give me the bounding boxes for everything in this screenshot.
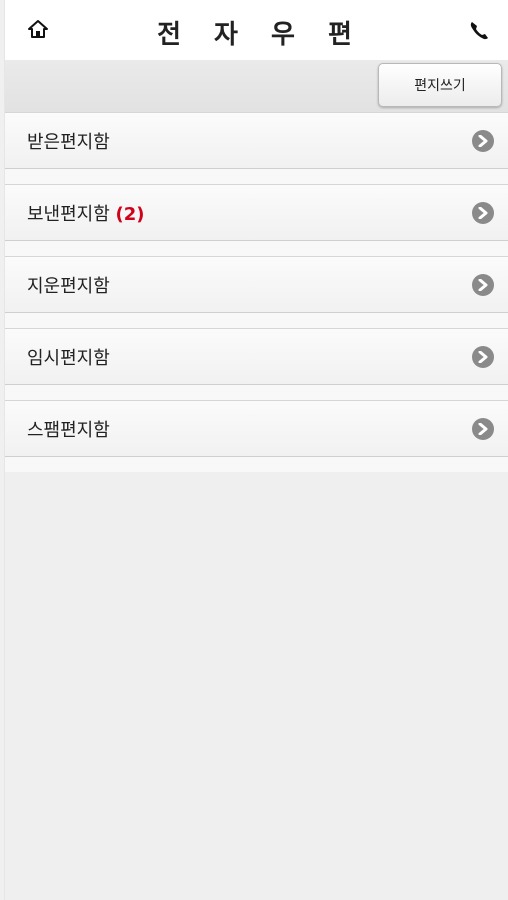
- page-title: 전 자 우 편: [157, 20, 364, 50]
- folder-drafts[interactable]: 임시편지함: [5, 328, 508, 385]
- chevron-right-icon: [472, 130, 494, 152]
- chevron-right-icon: [472, 202, 494, 224]
- sent-count-badge: (2): [115, 204, 145, 225]
- folder-label: 지운편지함: [27, 276, 110, 297]
- folder-label: 보낸편지함 (2): [27, 204, 145, 225]
- folder-spam[interactable]: 스팸편지함: [5, 400, 508, 457]
- folder-label: 스팸편지함: [27, 420, 110, 441]
- folder-inbox[interactable]: 받은편지함: [5, 112, 508, 169]
- phone-button[interactable]: [464, 16, 494, 46]
- chevron-right-icon: [472, 274, 494, 296]
- chevron-right-icon: [472, 418, 494, 440]
- folder-sent[interactable]: 보낸편지함 (2): [5, 184, 508, 241]
- folder-label: 임시편지함: [27, 348, 110, 369]
- folder-list: 받은편지함 보낸편지함 (2) 지운편지함 임시편지함 스팸편지함: [5, 112, 508, 472]
- header-bar: 전 자 우 편: [5, 0, 508, 61]
- compose-button[interactable]: 편지쓰기: [378, 63, 502, 107]
- folder-label: 받은편지함: [27, 132, 110, 153]
- chevron-right-icon: [472, 346, 494, 368]
- toolbar: 편지쓰기: [5, 60, 508, 113]
- phone-icon: [470, 22, 488, 40]
- folder-deleted[interactable]: 지운편지함: [5, 256, 508, 313]
- app-frame: 전 자 우 편 편지쓰기 받은편지함 보낸편지함 (2) 지운편지함 임시편지함…: [4, 0, 508, 900]
